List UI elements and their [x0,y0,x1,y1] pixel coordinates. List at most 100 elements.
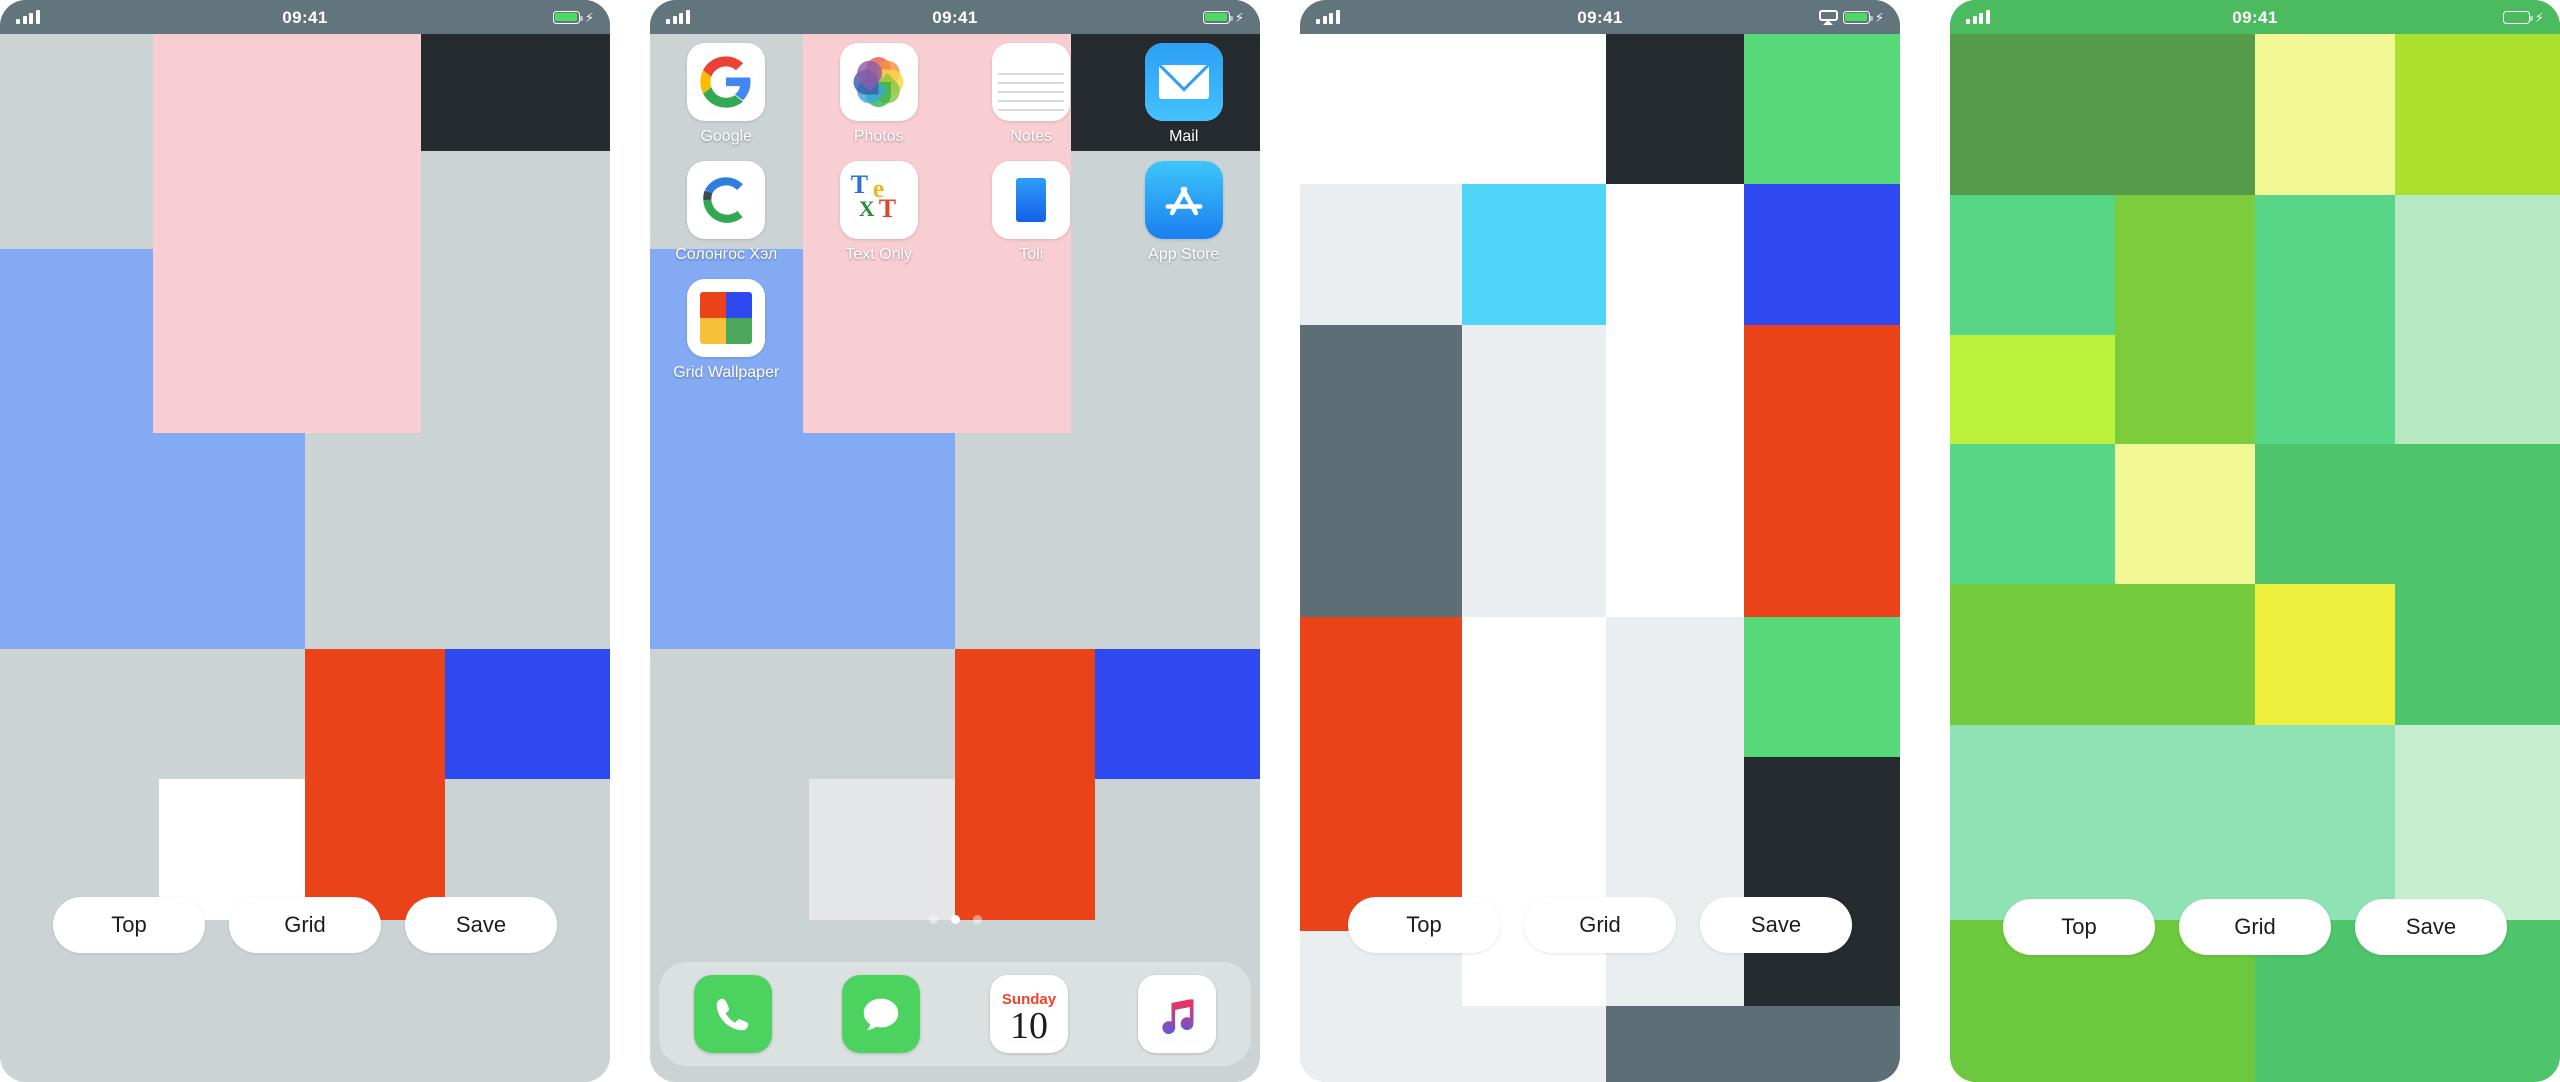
wallpaper-cell [1744,324,1900,617]
save-button[interactable]: Save [1700,897,1852,953]
wallpaper-cell [955,649,1096,920]
dock-item-phone[interactable] [694,975,772,1053]
app-grid: Google Photos Notes Mail Солонгос Хэл Te X T Tex… [650,34,1260,382]
app-icon-photos[interactable]: Photos [803,34,956,146]
wallpaper-cell [2395,584,2560,725]
wallpaper-cell [2114,194,2255,444]
mail-envelope-icon [1144,43,1223,121]
app-icon-toli[interactable]: Toli [955,152,1108,264]
c-letter-icon[interactable] [687,161,766,239]
wallpaper-cell [1950,194,2115,336]
battery-fill [1845,12,1868,22]
signal-bars-icon [1966,10,2056,24]
dock-item-music[interactable] [1138,975,1216,1053]
status-bar: 09:41 ⚡ [0,0,610,34]
notes-notepad-icon[interactable] [992,43,1071,121]
wallpaper-cell [1300,324,1462,617]
app-icon-солонгос-хэл[interactable]: Солонгос Хэл [650,152,803,264]
app-icon-app-store[interactable]: App Store [1108,152,1261,264]
dock: Sunday 10 [659,962,1251,1066]
google-g-icon[interactable] [687,43,766,121]
phone-1: 09:41 ⚡ Top Grid Save [0,0,610,1082]
signal-bars-icon [666,10,756,24]
page-dot[interactable] [950,915,960,924]
battery-icon [2502,10,2533,24]
text-only-icon[interactable]: TeXT [839,161,918,239]
lightning-bolt-icon: ⚡ [1874,9,1884,25]
status-bar-time: 09:41 [282,7,328,27]
notes-line [998,109,1065,111]
grid-wallpaper-quadrant-icon[interactable] [687,279,766,357]
dock-item-messages[interactable] [842,975,920,1053]
app-icon-text-only[interactable]: Te X T Text Only [803,152,956,264]
notes-line [998,100,1065,102]
wallpaper-cell [152,432,305,650]
signal-bar [1335,10,1340,24]
app-label: Notes [1010,128,1053,145]
app-icon-grid-wallpaper[interactable]: Grid Wallpaper [650,270,803,382]
grid-button[interactable]: Grid [1524,897,1676,953]
status-bar: 09:41 ⚡ [1300,0,1900,34]
status-bar-right: ⚡ [1794,9,1884,25]
wallpaper-cell [1744,616,1900,758]
save-button[interactable]: Save [405,897,557,953]
lightning-bolt-icon: ⚡ [2534,9,2544,25]
wallpaper-cell [1462,1006,1606,1082]
top-button[interactable]: Top [53,897,205,953]
signal-bar [22,16,27,24]
app-icon-mail[interactable]: Mail [1108,34,1261,146]
wallpaper-cell [420,151,610,433]
notes-line [998,82,1065,84]
battery-icon [1842,10,1873,24]
signal-bar [672,16,677,24]
control-button-bar: Top Grid Save [1950,899,2560,955]
phone-screen: 09:41 ⚡ Top Grid Save [1300,0,1900,1082]
app-label: Grid Wallpaper [673,364,780,381]
signal-bar [679,13,683,24]
app-label: Mail [1169,128,1199,145]
lightning-bolt-icon: ⚡ [1234,9,1244,25]
signal-bar [29,13,33,24]
battery-icon [1202,10,1233,24]
grid-button[interactable]: Grid [2179,899,2331,955]
photos-pinwheel-icon[interactable] [839,43,918,121]
mail-envelope-icon[interactable] [1144,43,1223,121]
save-button[interactable]: Save [2355,899,2507,955]
wallpaper-cell [955,432,1260,650]
wallpaper-cell [1095,649,1260,780]
wallpaper-cell [1606,324,1744,617]
toli-blue-rect-icon [992,161,1071,239]
top-button[interactable]: Top [2003,899,2155,955]
wallpaper-cell [445,649,610,780]
app-store-icon[interactable] [1144,161,1223,239]
airplay-triangle [1823,19,1834,25]
control-button-bar: Top Grid Save [0,897,610,953]
page-dot[interactable] [972,915,982,924]
google-g-icon [698,54,754,110]
c-letter-icon [698,172,754,228]
page-dot[interactable] [928,915,938,924]
control-button-bar: Top Grid Save [1300,897,1900,953]
lightning-bolt-icon: ⚡ [584,9,594,25]
app-icon-google[interactable]: Google [650,34,803,146]
wallpaper-cell [2114,443,2255,585]
dock-item-calendar[interactable]: Sunday 10 [990,975,1068,1053]
calendar-icon: Sunday 10 [990,975,1068,1053]
signal-bar [1329,13,1333,24]
phone-2: 09:41 ⚡ Google Photos Notes Mail Солонгос Хэл T… [650,0,1260,1082]
grid-button[interactable]: Grid [229,897,381,953]
app-label: Text Only [845,246,913,263]
toli-blue-rect-icon[interactable] [992,161,1071,239]
wallpaper-cell [1606,183,1744,325]
top-button[interactable]: Top [1348,897,1500,953]
app-label: App Store [1148,246,1220,263]
status-bar-right: ⚡ [1154,9,1244,25]
signal-bar [1972,16,1977,24]
app-label: Photos [853,128,904,145]
grid-wallpaper-quadrant-icon [687,279,766,357]
wallpaper-cell [1462,183,1606,325]
app-icon-notes[interactable]: Notes [955,34,1108,146]
envelope [1158,65,1209,99]
wallpaper-cell [1744,757,1900,1007]
wallpaper-cell [1300,183,1462,325]
